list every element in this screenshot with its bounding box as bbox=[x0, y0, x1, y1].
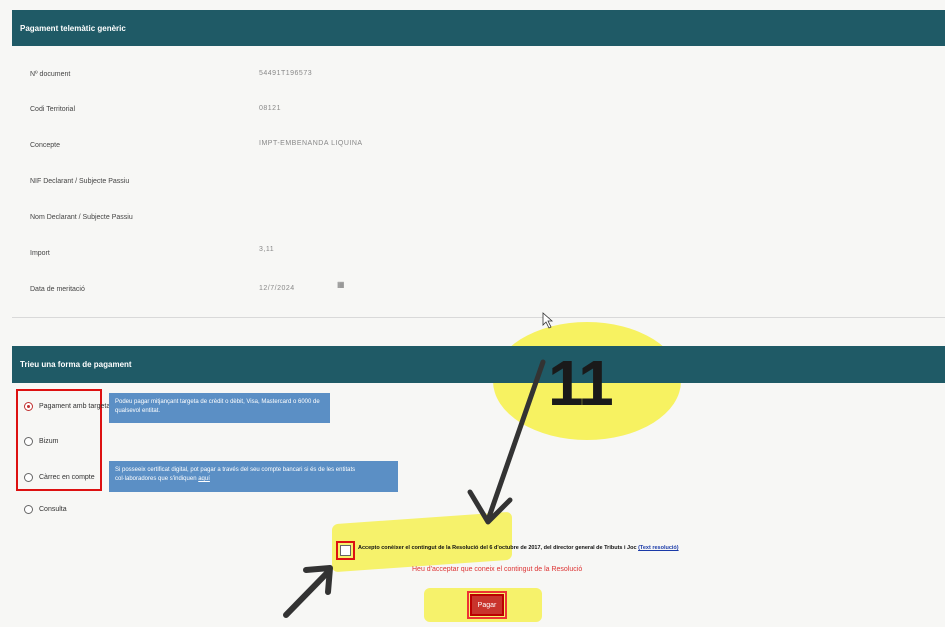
arrow-to-checkbox-icon bbox=[283, 565, 333, 618]
arrow-to-accept-icon bbox=[467, 359, 546, 525]
annotation-arrows bbox=[283, 312, 554, 618]
cursor-icon bbox=[542, 312, 554, 329]
